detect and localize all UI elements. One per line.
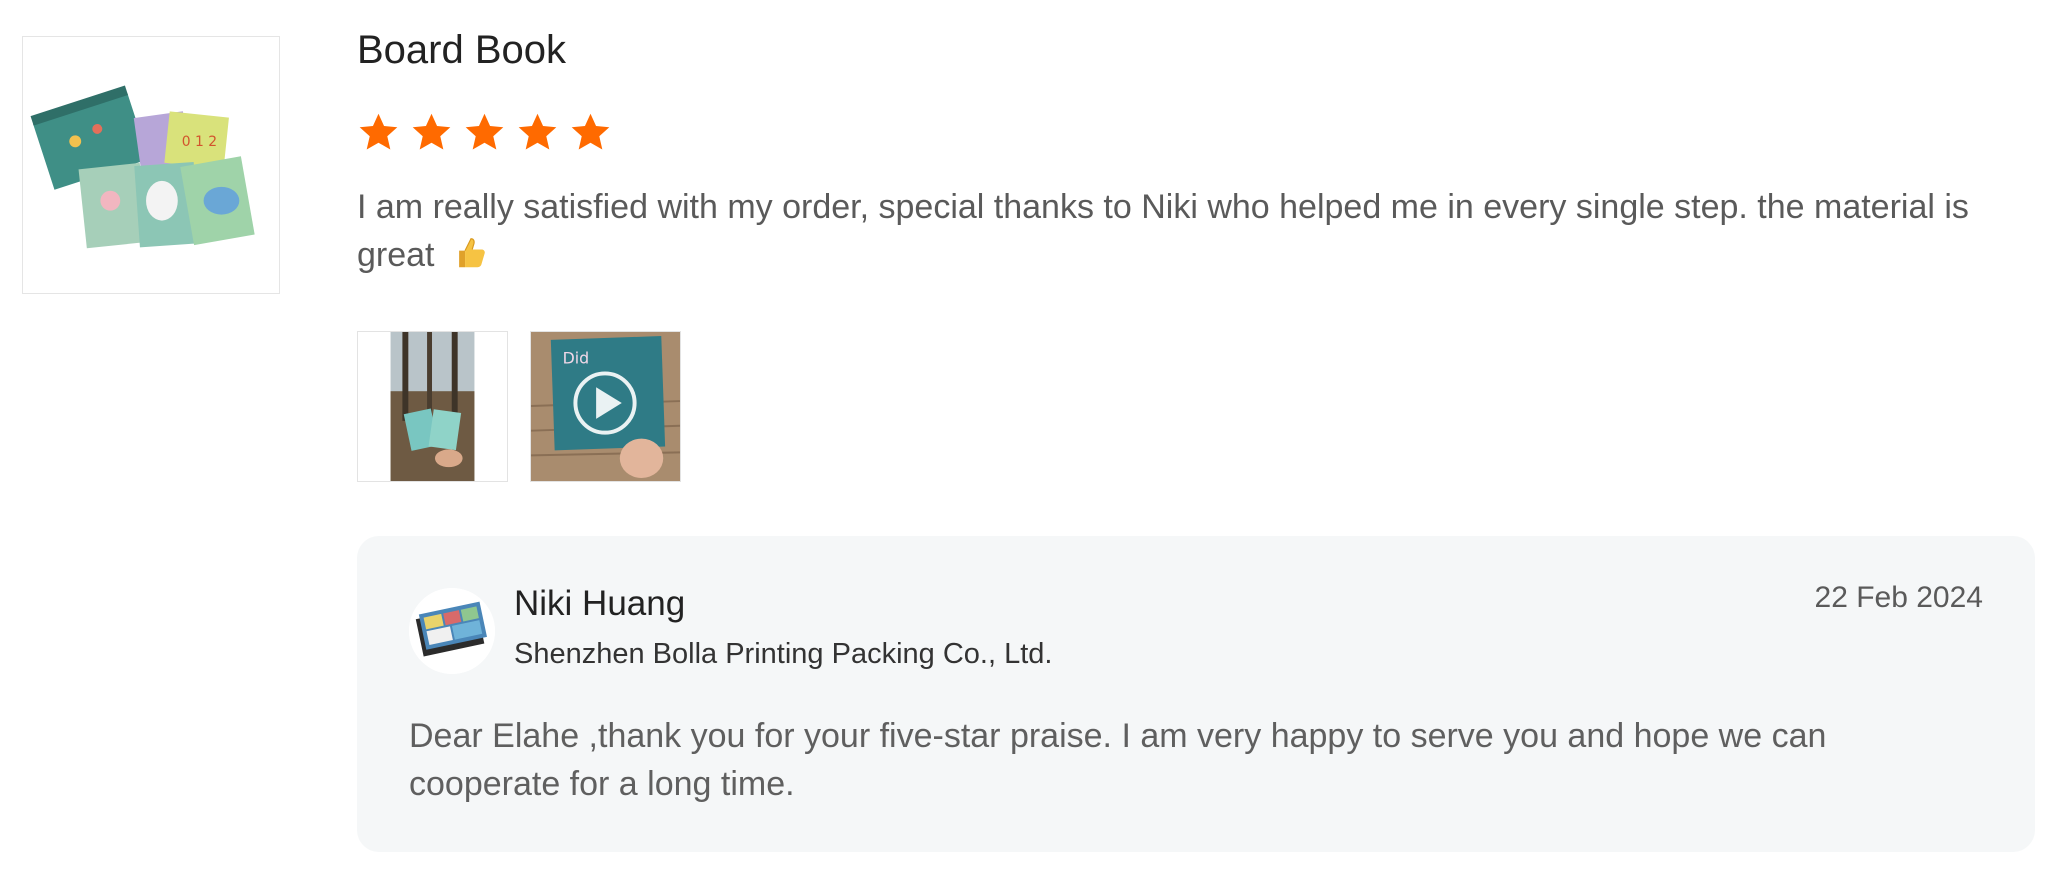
review-photo[interactable]: [357, 331, 508, 482]
review-media: Did: [357, 331, 681, 482]
review-photo-image: [358, 332, 507, 481]
review-card: 0 1 2 Board Book I am really satisfied w…: [0, 0, 2057, 877]
seller-avatar-image: [409, 588, 495, 674]
review-text: I am really satisfied with my order, spe…: [357, 183, 2037, 279]
review-text-body: I am really satisfied with my order, spe…: [357, 188, 1969, 274]
seller-company: Shenzhen Bolla Printing Packing Co., Ltd…: [514, 638, 1053, 670]
star-icon: [465, 113, 504, 150]
star-icon: [359, 113, 398, 150]
reply-date: 22 Feb 2024: [1814, 581, 1983, 614]
product-thumbnail[interactable]: 0 1 2: [22, 36, 280, 294]
star-icon: [571, 113, 610, 150]
star-icon: [518, 113, 557, 150]
reply-text: Dear Elahe ,thank you for your five-star…: [409, 717, 1827, 803]
star-rating: [357, 111, 612, 154]
review-video[interactable]: Did: [530, 331, 681, 482]
board-books-image: 0 1 2: [23, 37, 279, 293]
svg-text:Did: Did: [563, 349, 590, 368]
seller-reply: Niki Huang Shenzhen Bolla Printing Packi…: [357, 536, 2035, 852]
thumbs-up-icon: [459, 238, 485, 268]
product-title: Board Book: [357, 28, 567, 72]
seller-name: Niki Huang: [514, 584, 686, 623]
svg-text:0 1 2: 0 1 2: [182, 134, 217, 150]
avatar[interactable]: [409, 588, 495, 674]
review-video-image: Did: [531, 332, 680, 481]
star-icon: [412, 113, 451, 150]
